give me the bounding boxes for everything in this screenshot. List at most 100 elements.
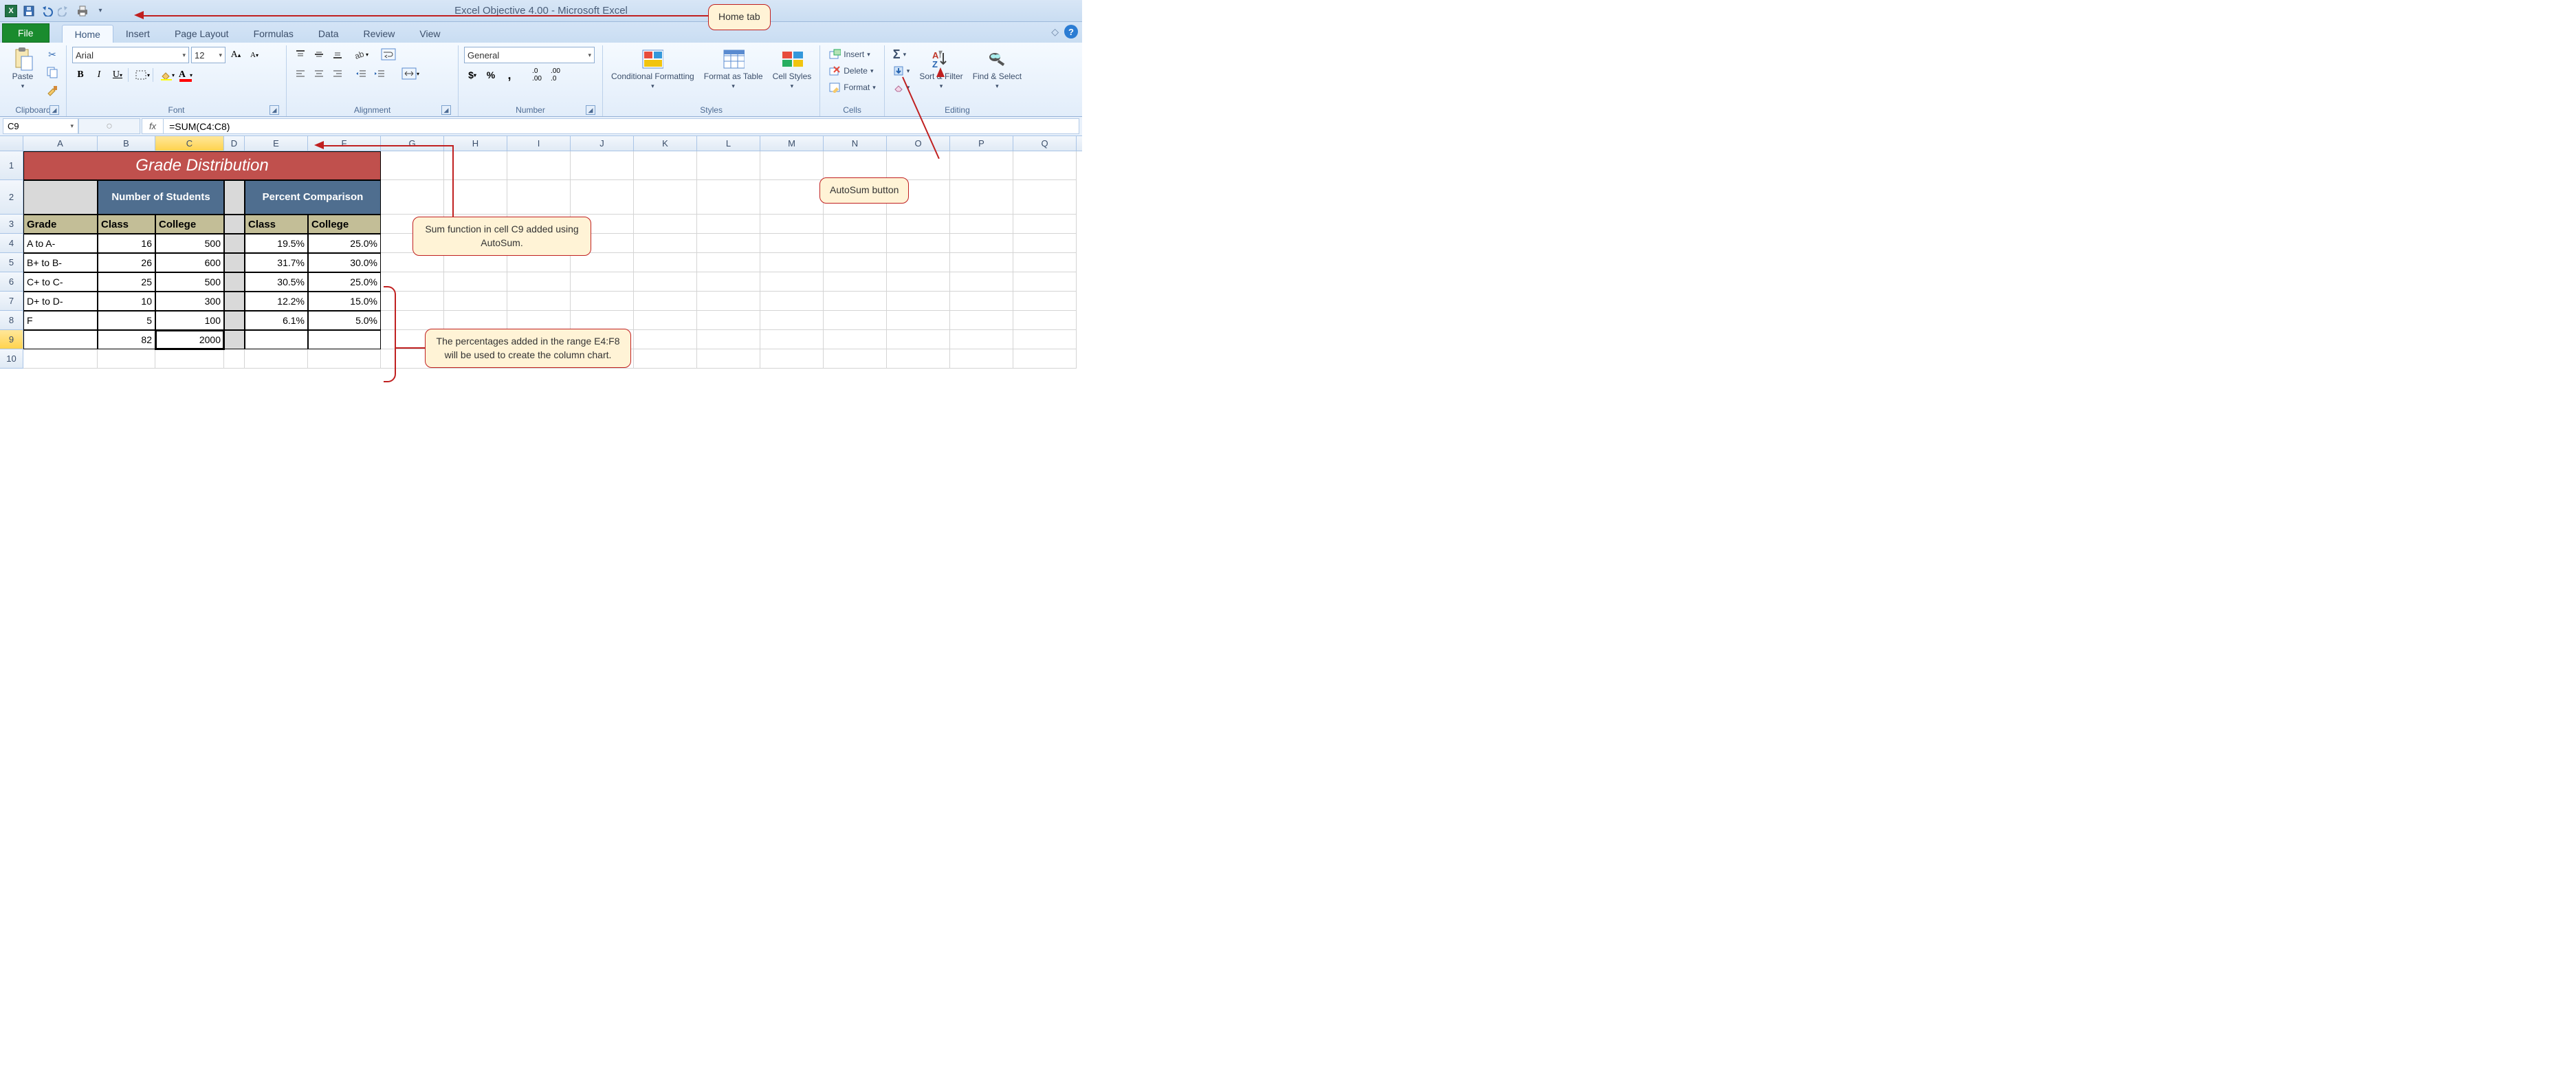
cancel-formula-icon[interactable]: ○ — [106, 120, 113, 133]
excel-icon[interactable]: X — [3, 3, 19, 19]
col-header-J[interactable]: J — [571, 136, 634, 151]
format-as-table-button[interactable]: Format as Table▾ — [701, 47, 766, 91]
fill-button[interactable]: ▾ — [890, 63, 913, 78]
row-header-7[interactable]: 7 — [0, 292, 23, 311]
cell-C5[interactable]: 600 — [155, 253, 224, 272]
copy-button[interactable] — [44, 65, 60, 80]
cell-F9[interactable] — [308, 330, 381, 349]
row-header-1[interactable]: 1 — [0, 151, 23, 180]
col-header-I[interactable]: I — [507, 136, 571, 151]
row-header-10[interactable]: 10 — [0, 349, 23, 369]
cell-E4[interactable]: 19.5% — [245, 234, 308, 253]
find-select-button[interactable]: Find & Select▾ — [970, 47, 1024, 91]
cell-F6[interactable]: 25.0% — [308, 272, 381, 292]
row-header-6[interactable]: 6 — [0, 272, 23, 292]
cell-B7[interactable]: 10 — [98, 292, 155, 311]
cell-class-b-hdr[interactable]: Class — [98, 215, 155, 234]
align-middle-button[interactable] — [311, 47, 327, 62]
cell-B6[interactable]: 25 — [98, 272, 155, 292]
col-header-G[interactable]: G — [381, 136, 444, 151]
align-center-button[interactable] — [311, 66, 327, 81]
col-header-M[interactable]: M — [760, 136, 824, 151]
cell-C8[interactable]: 100 — [155, 311, 224, 330]
select-all-corner[interactable] — [0, 136, 23, 151]
comma-format-button[interactable]: , — [501, 67, 518, 83]
cell-B5[interactable]: 26 — [98, 253, 155, 272]
tab-insert[interactable]: Insert — [113, 25, 162, 43]
alignment-dialog-launcher[interactable]: ◢ — [441, 105, 451, 115]
cell-C7[interactable]: 300 — [155, 292, 224, 311]
help-icon[interactable]: ? — [1064, 25, 1078, 39]
format-cells-button[interactable]: Format▾ — [826, 80, 879, 95]
format-painter-button[interactable] — [44, 83, 60, 98]
cell-A7[interactable]: D+ to D- — [23, 292, 98, 311]
cell-A5[interactable]: B+ to B- — [23, 253, 98, 272]
cell-C9[interactable]: 2000 — [155, 330, 224, 349]
col-header-A[interactable]: A — [23, 136, 98, 151]
tab-file[interactable]: File — [2, 23, 49, 43]
cell-E8[interactable]: 6.1% — [245, 311, 308, 330]
cell-styles-button[interactable]: Cell Styles▾ — [770, 47, 815, 91]
font-name-combo[interactable]: Arial▾ — [72, 47, 189, 63]
align-right-button[interactable] — [329, 66, 346, 81]
conditional-formatting-button[interactable]: Conditional Formatting▾ — [608, 47, 697, 91]
underline-button[interactable]: U▾ — [109, 67, 126, 83]
cell-B9[interactable]: 82 — [98, 330, 155, 349]
cell-college-c-hdr[interactable]: College — [155, 215, 224, 234]
italic-button[interactable]: I — [91, 67, 107, 83]
bold-button[interactable]: B — [72, 67, 89, 83]
cell-A8[interactable]: F — [23, 311, 98, 330]
cut-button[interactable]: ✂ — [44, 47, 60, 62]
col-header-P[interactable]: P — [950, 136, 1013, 151]
cell-college-f-hdr[interactable]: College — [308, 215, 381, 234]
cell-class-e-hdr[interactable]: Class — [245, 215, 308, 234]
align-bottom-button[interactable] — [329, 47, 346, 62]
cell-hdr-percent[interactable]: Percent Comparison — [245, 180, 381, 215]
percent-format-button[interactable]: % — [483, 67, 499, 83]
col-header-E[interactable]: E — [245, 136, 308, 151]
fx-icon[interactable]: fx — [142, 119, 164, 133]
qat-customize[interactable]: ▾ — [92, 3, 109, 19]
clipboard-dialog-launcher[interactable]: ◢ — [49, 105, 59, 115]
cell-B4[interactable]: 16 — [98, 234, 155, 253]
undo-button[interactable] — [38, 3, 55, 19]
cell-E9[interactable] — [245, 330, 308, 349]
cell-F4[interactable]: 25.0% — [308, 234, 381, 253]
decrease-font-button[interactable]: A▾ — [246, 47, 263, 63]
cell-A2[interactable] — [23, 180, 98, 215]
font-color-button[interactable]: A▾ — [177, 67, 194, 83]
cell-grade-hdr[interactable]: Grade — [23, 215, 98, 234]
cell-C4[interactable]: 500 — [155, 234, 224, 253]
fill-color-button[interactable]: ▾ — [159, 67, 175, 83]
col-header-N[interactable]: N — [824, 136, 887, 151]
redo-button[interactable] — [56, 3, 73, 19]
col-header-O[interactable]: O — [887, 136, 950, 151]
tab-page-layout[interactable]: Page Layout — [162, 25, 241, 43]
cell-title[interactable]: Grade Distribution — [23, 151, 381, 180]
tab-formulas[interactable]: Formulas — [241, 25, 306, 43]
col-header-K[interactable]: K — [634, 136, 697, 151]
decrease-decimal-button[interactable]: .00.0 — [547, 67, 564, 83]
tab-review[interactable]: Review — [351, 25, 408, 43]
row-header-9[interactable]: 9 — [0, 330, 23, 349]
col-header-L[interactable]: L — [697, 136, 760, 151]
col-header-D[interactable]: D — [224, 136, 245, 151]
name-box[interactable]: C9▾ — [3, 118, 78, 134]
cell-hdr-students[interactable]: Number of Students — [98, 180, 224, 215]
cell-F8[interactable]: 5.0% — [308, 311, 381, 330]
paste-button[interactable]: Paste ▾ — [5, 47, 40, 91]
row-header-5[interactable]: 5 — [0, 253, 23, 272]
cell-F5[interactable]: 30.0% — [308, 253, 381, 272]
borders-button[interactable]: ▾ — [134, 67, 151, 83]
cell-A6[interactable]: C+ to C- — [23, 272, 98, 292]
tab-data[interactable]: Data — [306, 25, 351, 43]
cell-F7[interactable]: 15.0% — [308, 292, 381, 311]
row-header-3[interactable]: 3 — [0, 215, 23, 234]
cell-D2[interactable] — [224, 180, 245, 215]
font-size-combo[interactable]: 12▾ — [191, 47, 225, 63]
accounting-format-button[interactable]: $▾ — [464, 67, 481, 83]
minimize-ribbon-icon[interactable]: ◇ — [1051, 26, 1059, 38]
align-left-button[interactable] — [292, 66, 309, 81]
increase-decimal-button[interactable]: .0.00 — [529, 67, 545, 83]
col-header-B[interactable]: B — [98, 136, 155, 151]
